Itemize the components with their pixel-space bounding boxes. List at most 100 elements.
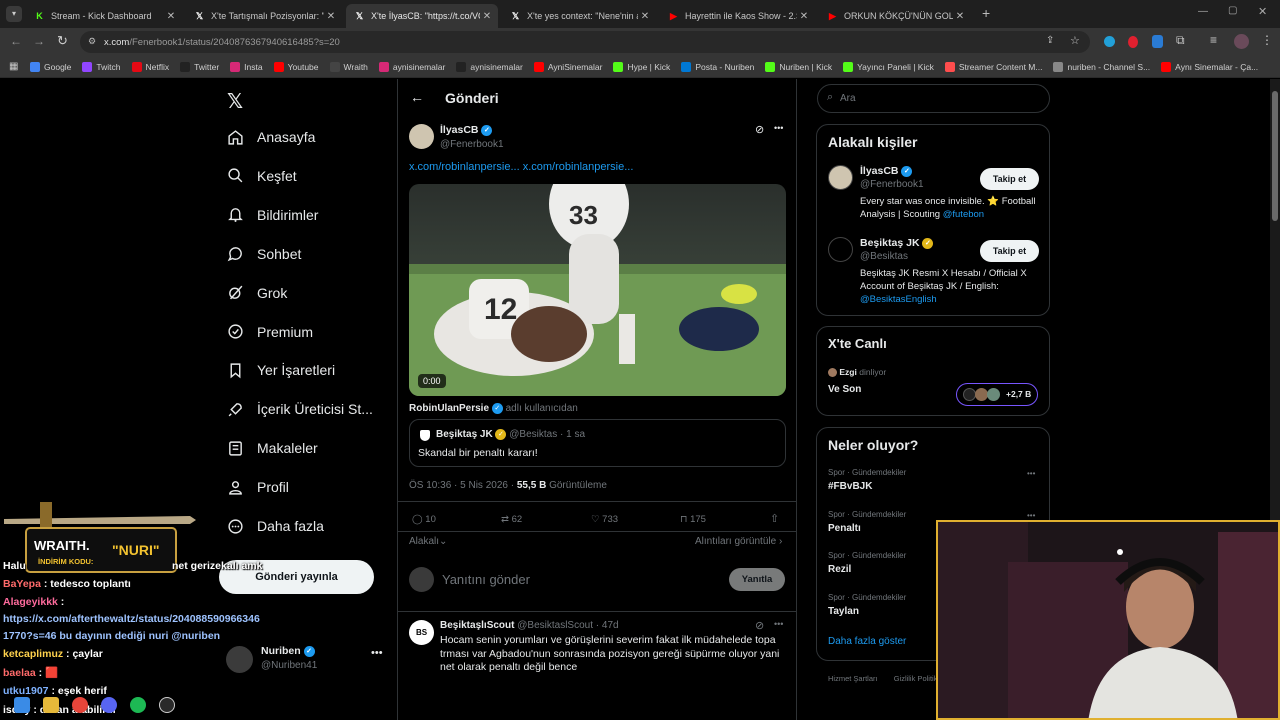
minimize-window-button[interactable]: —: [1198, 6, 1208, 17]
forward-icon[interactable]: →: [33, 34, 45, 48]
steam-icon[interactable]: [159, 697, 175, 713]
bookmark-item[interactable]: Streamer Content M...: [944, 61, 1042, 72]
more-icon[interactable]: •••: [371, 647, 383, 659]
bookmark-item[interactable]: Twitter: [180, 61, 219, 72]
browser-tab[interactable]: 𝕏 X'te yes context: "Nene'nin aya...✕: [502, 4, 656, 28]
bookmark-item[interactable]: Yayıncı Paneli | Kick: [843, 61, 934, 72]
bookmark-item[interactable]: Nuriben | Kick: [765, 61, 832, 72]
avatar[interactable]: [828, 165, 853, 190]
address-bar[interactable]: ⚙ x.com/Fenerbook1/status/20408763679406…: [80, 31, 1090, 53]
search-input[interactable]: ⌕ Ara: [817, 84, 1050, 113]
sidebar-item[interactable]: Profil: [226, 478, 289, 496]
post-timestamp[interactable]: ÖS 10:36 · 5 Nis 2026 ·: [409, 480, 514, 491]
sidebar-item[interactable]: İçerik Üreticisi St...: [226, 400, 373, 418]
bookmark-action[interactable]: ⊓ 175: [680, 514, 706, 525]
site-info-icon[interactable]: ⚙: [88, 36, 96, 47]
bookmark-item[interactable]: nuriben - Channel S...: [1053, 61, 1150, 72]
back-arrow-icon[interactable]: ←: [410, 89, 424, 105]
scrollbar-thumb[interactable]: [1272, 91, 1278, 221]
repost-action[interactable]: ⇄ 62: [501, 514, 522, 525]
more-icon[interactable]: •••: [1027, 469, 1035, 478]
sidebar-item[interactable]: Yer İşaretleri: [226, 361, 335, 379]
bookmark-item[interactable]: Insta: [230, 61, 263, 72]
video-attribution[interactable]: RobinUlanPersie ✓ adlı kullanıcıdan: [409, 403, 578, 414]
browser-tab[interactable]: K Stream - Kick Dashboard ✕: [26, 4, 182, 28]
more-icon[interactable]: •••: [774, 123, 783, 133]
avatar[interactable]: [1234, 34, 1249, 49]
bookmark-item[interactable]: aynisinemalar: [378, 61, 445, 72]
maximize-window-button[interactable]: ▢: [1228, 5, 1237, 16]
sidebar-item[interactable]: Keşfet: [226, 167, 297, 185]
new-tab-button[interactable]: +: [982, 5, 990, 21]
bookmark-item[interactable]: Wraith: [329, 61, 368, 72]
sidebar-item[interactable]: Grok: [226, 284, 287, 302]
person-bio-link[interactable]: @BesiktasEnglish: [860, 294, 937, 305]
reply-button[interactable]: Yanıtla: [729, 568, 785, 591]
post-handle[interactable]: @Fenerbook1: [440, 139, 504, 150]
post-author[interactable]: İlyasCB ✓: [440, 124, 493, 136]
follow-button[interactable]: Takip et: [980, 168, 1039, 190]
close-tab-icon[interactable]: ✕: [638, 11, 652, 22]
sidebar-item[interactable]: Premium: [226, 323, 313, 341]
more-icon[interactable]: •••: [774, 619, 783, 629]
bookmark-item[interactable]: Google: [30, 61, 71, 72]
star-icon[interactable]: ☆: [1070, 34, 1080, 47]
spotify-icon[interactable]: [130, 697, 146, 713]
sidebar-item[interactable]: Anasayfa: [226, 128, 315, 146]
grok-icon[interactable]: ⊘: [755, 619, 764, 632]
chrome-icon[interactable]: [72, 697, 88, 713]
sidebar-item[interactable]: Sohbet: [226, 245, 301, 263]
x-logo-icon[interactable]: 𝕏: [227, 89, 243, 113]
browser-tab[interactable]: 𝕏 X'te Tartışmalı Pozisyonlar: "FB BJK✕: [186, 4, 342, 28]
browser-tab[interactable]: ▶ Hayrettin ile Kaos Show - 2.Sez...✕: [660, 4, 815, 28]
browser-menu-icon[interactable]: ⋮: [1261, 33, 1273, 47]
avatar[interactable]: BS: [409, 620, 434, 645]
share-icon[interactable]: ⇧: [770, 512, 779, 525]
like-action[interactable]: ♡ 733: [591, 514, 618, 525]
sort-replies-dropdown[interactable]: Alakalı⌄: [409, 536, 447, 547]
close-tab-icon[interactable]: ✕: [480, 11, 494, 22]
extension-icon[interactable]: [1152, 35, 1163, 48]
install-app-icon[interactable]: ⇪: [1046, 35, 1054, 46]
live-topic[interactable]: Ve Son: [828, 384, 861, 395]
sidebar-item[interactable]: Daha fazla: [226, 517, 324, 535]
tab-search-button[interactable]: ▾: [6, 6, 22, 22]
footer-link[interactable]: Hizmet Şartları: [828, 674, 878, 683]
folder-icon[interactable]: [43, 697, 59, 713]
discord-icon[interactable]: [101, 697, 117, 713]
bookmark-item[interactable]: aynisinemalar: [456, 61, 523, 72]
more-icon[interactable]: •••: [1027, 511, 1035, 520]
close-tab-icon[interactable]: ✕: [324, 11, 338, 22]
reply-action[interactable]: ◯ 10: [412, 514, 436, 525]
close-tab-icon[interactable]: ✕: [164, 11, 178, 22]
quoted-post[interactable]: Beşiktaş JK ✓ @Besiktas · 1 sa Skandal b…: [409, 419, 786, 467]
show-more-link[interactable]: Daha fazla göster: [828, 636, 906, 647]
reply-input[interactable]: Yanıtını gönder: [442, 572, 530, 587]
bookmark-item[interactable]: Hype | Kick: [613, 61, 670, 72]
close-tab-icon[interactable]: ✕: [953, 11, 967, 22]
follow-button[interactable]: Takip et: [980, 240, 1039, 262]
post-video[interactable]: 12 33 0:00: [409, 184, 786, 396]
bookmark-item[interactable]: Netflix: [131, 61, 169, 72]
post-links[interactable]: x.com/robinlanpersie... x.com/robinlanpe…: [409, 161, 633, 173]
windows-icon[interactable]: [14, 697, 30, 713]
bookmark-item[interactable]: Posta - Nuriben: [681, 61, 754, 72]
grok-icon[interactable]: ⊘: [755, 123, 764, 136]
close-tab-icon[interactable]: ✕: [797, 11, 811, 22]
bookmark-item[interactable]: AyniSinemalar: [533, 61, 602, 72]
view-quotes-link[interactable]: Alıntıları görüntüle ›: [695, 536, 782, 547]
bookmark-item[interactable]: Aynı Sinemalar - Ça...: [1161, 61, 1258, 72]
sidebar-item[interactable]: Makaleler: [226, 439, 318, 457]
close-window-button[interactable]: ✕: [1258, 5, 1267, 18]
browser-tab[interactable]: ▶ ORKUN KÖKÇÜ'NÜN GOLLERİ...✕: [819, 4, 971, 28]
reload-icon[interactable]: ↻: [57, 33, 68, 49]
bookmark-item[interactable]: Twitch: [82, 61, 121, 72]
reading-list-icon[interactable]: ≡: [1210, 33, 1217, 47]
extension-icon[interactable]: [1128, 36, 1138, 48]
apps-grid-icon[interactable]: ▦: [9, 61, 18, 72]
account-switcher[interactable]: Nuriben ✓ @Nuriben41 •••: [226, 643, 386, 677]
reply-author[interactable]: BeşiktaşlıScout: [440, 620, 514, 631]
sidebar-item[interactable]: Bildirimler: [226, 206, 318, 224]
bookmark-item[interactable]: Youtube: [273, 61, 319, 72]
live-listeners-button[interactable]: +2,7 B: [956, 383, 1038, 406]
